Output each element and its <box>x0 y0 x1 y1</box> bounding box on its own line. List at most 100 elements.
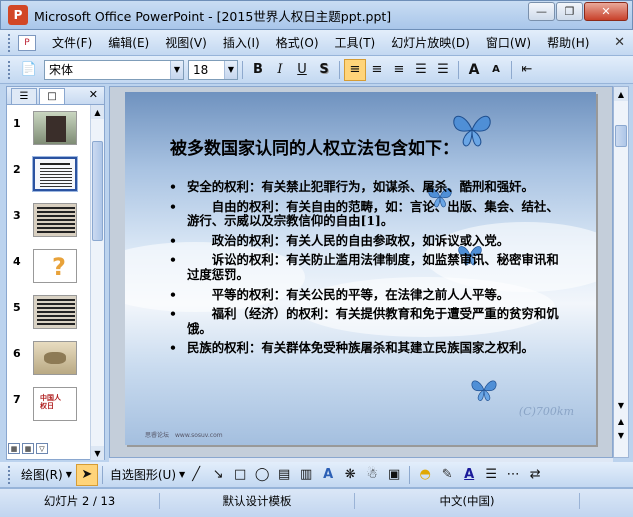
close-button[interactable]: ✕ <box>584 2 628 21</box>
bullet-item[interactable]: 福利（经济）的权利：有关提供教育和免于遭受严重的贫穷和饥饿。 <box>169 306 569 336</box>
arrow-style-icon[interactable]: ⇄ <box>524 464 546 486</box>
portrait-image <box>46 116 66 142</box>
font-size-value: 18 <box>193 62 209 77</box>
bullet-item[interactable]: 民族的权利：有关群体免受种族屠杀和其建立民族国家之权利。 <box>169 341 569 356</box>
align-right-icon[interactable]: ≡ <box>388 59 410 81</box>
menu-tools[interactable]: 工具(T) <box>327 34 384 51</box>
menu-file[interactable]: 文件(F) <box>44 34 100 51</box>
scroll-up-icon[interactable]: ▲ <box>91 105 104 119</box>
slide-title[interactable]: 被多数国家认同的人权立法包含如下： <box>170 134 459 159</box>
numbered-list-icon[interactable]: ☰ <box>410 59 432 81</box>
previous-slide-icon[interactable]: ▲ <box>615 415 627 427</box>
underline-button[interactable]: U <box>291 59 313 81</box>
wordart-icon[interactable]: A <box>317 464 339 486</box>
new-slide-icon[interactable]: 📄 <box>18 59 40 81</box>
outline-tab-icon[interactable]: ☰ <box>11 88 37 104</box>
current-slide[interactable]: 被多数国家认同的人权立法包含如下： 安全的权利：有关禁止犯罪行为，如谋杀、屠杀、… <box>125 92 596 445</box>
font-size-combo[interactable]: 18 ▼ <box>188 59 238 80</box>
align-center-icon[interactable]: ≡ <box>366 59 388 81</box>
slide-bullet-list[interactable]: 安全的权利：有关禁止犯罪行为，如谋杀、屠杀、酷刑和强奸。 自由的权利：有关自由的… <box>169 179 569 361</box>
textbox-icon[interactable]: ▤ <box>273 464 295 486</box>
bullet-item[interactable]: 平等的权利：有关公民的平等，在法律之前人人平等。 <box>169 287 569 303</box>
slides-tab-icon[interactable]: □ <box>39 88 65 104</box>
slide-preview <box>33 341 77 375</box>
line-color-icon[interactable]: ✎ <box>436 464 458 486</box>
next-slide-icon[interactable]: ▼ <box>615 429 627 441</box>
slide-thumbnail[interactable]: 3 <box>7 203 91 243</box>
document-close-icon[interactable]: ✕ <box>614 35 625 50</box>
view-buttons: ▦ ▦ ▽ <box>8 443 48 454</box>
slide-thumbnail[interactable]: 4 ? <box>7 249 91 289</box>
slide-watermark: (C)700km <box>518 405 574 418</box>
toolbar-grip[interactable] <box>8 33 12 52</box>
chevron-down-icon[interactable]: ▼ <box>66 470 72 479</box>
toolbar-grip[interactable] <box>8 60 12 79</box>
bullet-item[interactable]: 政治的权利：有关人民的自由参政权，如诉议或入党。 <box>169 233 569 249</box>
menu-window[interactable]: 窗口(W) <box>478 34 539 51</box>
thumbnail-scrollbar[interactable]: ▲ ▼ <box>90 105 104 460</box>
butterfly-icon <box>471 380 497 402</box>
font-name-combo[interactable]: 宋体 ▼ <box>44 59 184 80</box>
toolbar-separator <box>242 60 243 79</box>
dash-style-icon[interactable]: ⋯ <box>502 464 524 486</box>
fill-color-icon[interactable]: ◓ <box>414 464 436 486</box>
scroll-down-icon[interactable]: ▼ <box>91 446 104 460</box>
slide-thumbnail[interactable]: 7 中国人权日 <box>7 387 91 427</box>
menu-bar: P 文件(F) 编辑(E) 视图(V) 插入(I) 格式(O) 工具(T) 幻灯… <box>0 30 633 56</box>
bold-button[interactable]: B <box>247 59 269 81</box>
shadow-button[interactable]: S <box>313 59 335 81</box>
vertical-textbox-icon[interactable]: ▥ <box>295 464 317 486</box>
slide-preview <box>33 203 77 237</box>
scroll-up-icon[interactable]: ▲ <box>614 87 628 101</box>
diagram-icon[interactable]: ❋ <box>339 464 361 486</box>
drawing-toolbar: 绘图(R) ▼ ➤ 自选图形(U) ▼ ╱ ↘ □ ◯ ▤ ▥ A ❋ ☃ ▣ … <box>0 462 633 488</box>
select-pointer-icon[interactable]: ➤ <box>75 463 98 486</box>
scroll-down-icon[interactable]: ▼ <box>615 399 627 411</box>
line-icon[interactable]: ╱ <box>185 464 207 486</box>
bullet-item[interactable]: 安全的权利：有关禁止犯罪行为，如谋杀、屠杀、酷刑和强奸。 <box>169 179 569 195</box>
slide-number: 6 <box>13 347 21 360</box>
grow-font-button[interactable]: A <box>463 59 485 81</box>
menu-format[interactable]: 格式(O) <box>268 34 327 51</box>
menu-view[interactable]: 视图(V) <box>157 34 215 51</box>
arrow-icon[interactable]: ↘ <box>207 464 229 486</box>
bullet-item[interactable]: 自由的权利：有关自由的范畴，如：言论、出版、集会、结社、游行、示威以及宗教信仰的… <box>169 199 569 229</box>
slide-thumbnail[interactable]: 5 <box>7 295 91 335</box>
shrink-font-button[interactable]: A <box>485 59 507 81</box>
align-left-icon[interactable]: ≡ <box>344 58 366 81</box>
bullet-item[interactable]: 诉讼的权利：有关防止滥用法律制度，如监禁审讯、秘密审讯和过度惩罚。 <box>169 253 569 282</box>
toolbar-separator <box>409 465 411 484</box>
slide-sorter-view-icon[interactable]: ▦ <box>22 443 34 454</box>
chevron-down-icon[interactable]: ▼ <box>170 60 183 79</box>
font-color-icon[interactable]: A <box>458 464 480 486</box>
toolbar-grip[interactable] <box>8 465 12 484</box>
pane-close-icon[interactable]: ✕ <box>89 88 98 101</box>
draw-menu-button[interactable]: 绘图(R) <box>18 466 66 483</box>
scrollbar-thumb[interactable] <box>92 141 103 241</box>
autoshapes-button[interactable]: 自选图形(U) <box>107 466 179 483</box>
italic-button[interactable]: I <box>269 59 291 81</box>
picture-icon[interactable]: ▣ <box>383 464 405 486</box>
design-template: 默认设计模板 <box>160 493 355 509</box>
normal-view-icon[interactable]: ▦ <box>8 443 20 454</box>
oval-icon[interactable]: ◯ <box>251 464 273 486</box>
restore-button[interactable]: ❐ <box>556 2 583 21</box>
slideshow-view-icon[interactable]: ▽ <box>36 443 48 454</box>
menu-edit[interactable]: 编辑(E) <box>100 34 157 51</box>
line-style-icon[interactable]: ☰ <box>480 464 502 486</box>
menu-help[interactable]: 帮助(H) <box>539 34 597 51</box>
minimize-button[interactable]: — <box>528 2 555 21</box>
menu-slideshow[interactable]: 幻灯片放映(D) <box>383 34 478 51</box>
rectangle-icon[interactable]: □ <box>229 464 251 486</box>
chevron-down-icon[interactable]: ▼ <box>224 60 237 79</box>
decrease-indent-icon[interactable]: ⇤ <box>516 59 538 81</box>
slide-thumbnail[interactable]: 1 <box>7 111 91 151</box>
document-icon[interactable]: P <box>18 34 36 51</box>
bulleted-list-icon[interactable]: ☰ <box>432 59 454 81</box>
slide-scrollbar[interactable]: ▲ ▼ ▲ ▼ <box>613 86 629 458</box>
slide-thumbnail[interactable]: 6 <box>7 341 91 381</box>
scrollbar-thumb[interactable] <box>615 125 627 147</box>
clipart-icon[interactable]: ☃ <box>361 464 383 486</box>
menu-insert[interactable]: 插入(I) <box>215 34 268 51</box>
slide-thumbnail-selected[interactable]: 2 <box>7 156 91 197</box>
